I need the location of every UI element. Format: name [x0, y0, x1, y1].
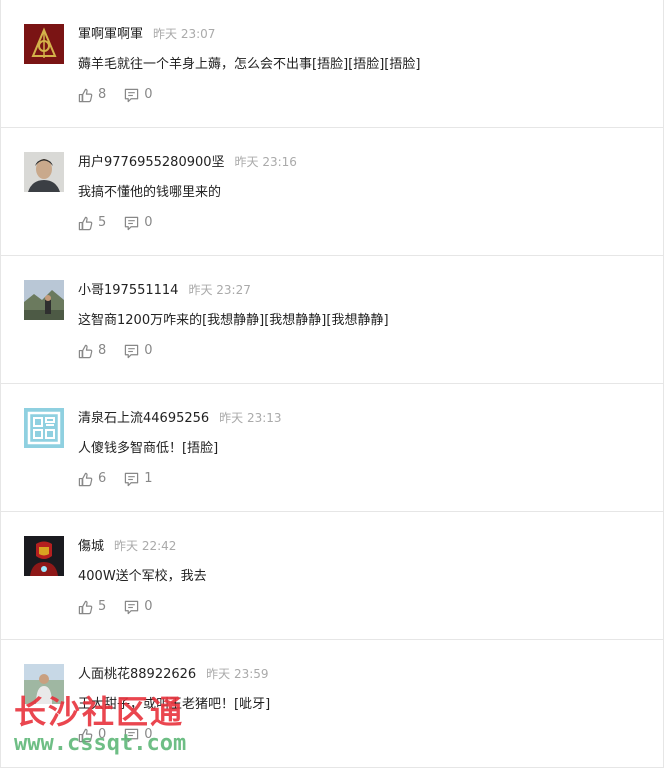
comment-actions: 5 0 — [78, 599, 153, 615]
reply-button[interactable]: 0 — [124, 599, 153, 615]
comment-actions: 8 0 — [78, 343, 153, 359]
comment-item: 用户9776955280900坚 昨天 23:16 我搞不懂他的钱哪里来的 5 0 — [1, 128, 663, 256]
avatar[interactable] — [24, 152, 64, 192]
reply-button[interactable]: 0 — [124, 343, 153, 359]
avatar[interactable] — [24, 536, 64, 576]
like-button[interactable]: 8 — [78, 343, 106, 359]
like-count: 8 — [98, 87, 107, 102]
comment-meta: 軍啊軍啊軍 昨天 23:07 — [78, 24, 215, 42]
username[interactable]: 人面桃花88922626 — [78, 667, 196, 682]
comment-icon — [125, 88, 139, 102]
comment-actions: 6 1 — [78, 471, 153, 487]
reply-button[interactable]: 0 — [124, 215, 153, 231]
thumbs-up-icon — [78, 88, 93, 102]
comment-item: 軍啊軍啊軍 昨天 23:07 薅羊毛就往一个羊身上薅，怎么会不出事[捂脸][捂脸]… — [1, 0, 663, 128]
like-count: 5 — [98, 599, 107, 614]
like-count: 6 — [98, 471, 107, 486]
avatar[interactable] — [24, 280, 64, 320]
landscape-avatar-icon — [24, 280, 64, 320]
timestamp: 昨天 22:42 — [114, 539, 177, 553]
reply-count: 0 — [144, 87, 153, 102]
username[interactable]: 傷城 — [78, 539, 104, 554]
username[interactable]: 清泉石上流44695256 — [78, 411, 209, 426]
comment-meta: 人面桃花88922626 昨天 23:59 — [78, 664, 269, 682]
like-button[interactable]: 5 — [78, 215, 106, 231]
comment-icon — [125, 216, 139, 230]
like-button[interactable]: 6 — [78, 471, 106, 487]
comment-icon — [125, 344, 139, 358]
emblem-avatar-icon — [24, 24, 64, 64]
comment-text: 这智商1200万咋来的[我想静静][我想静静][我想静静] — [78, 313, 389, 328]
timestamp: 昨天 23:07 — [153, 27, 216, 41]
comment-text: 薅羊毛就往一个羊身上薅，怎么会不出事[捂脸][捂脸][捂脸] — [78, 57, 421, 72]
comment-item: 清泉石上流44695256 昨天 23:13 人傻钱多智商低！[捂脸] 6 1 — [1, 384, 663, 512]
reply-button[interactable]: 1 — [124, 471, 153, 487]
comment-actions: 8 0 — [78, 87, 153, 103]
comment-text: 400W送个军校，我去 — [78, 569, 207, 584]
comment-meta: 用户9776955280900坚 昨天 23:16 — [78, 152, 297, 170]
avatar[interactable] — [24, 24, 64, 64]
watermark-url: www.cssqt.com — [14, 731, 187, 756]
timestamp: 昨天 23:16 — [234, 155, 297, 169]
like-count: 8 — [98, 343, 107, 358]
like-count: 5 — [98, 215, 107, 230]
timestamp: 昨天 23:27 — [188, 283, 251, 297]
comment-text: 人傻钱多智商低！[捂脸] — [78, 441, 219, 456]
thumbs-up-icon — [78, 600, 93, 614]
like-button[interactable]: 8 — [78, 87, 106, 103]
comment-meta: 傷城 昨天 22:42 — [78, 536, 176, 554]
comment-item: 傷城 昨天 22:42 400W送个军校，我去 5 0 — [1, 512, 663, 640]
comment-icon — [125, 600, 139, 614]
username[interactable]: 用户9776955280900坚 — [78, 155, 225, 170]
reply-count: 0 — [144, 215, 153, 230]
comment-item: 小哥197551114 昨天 23:27 这智商1200万咋来的[我想静静][我想… — [1, 256, 663, 384]
timestamp: 昨天 23:59 — [206, 667, 269, 681]
thumbs-up-icon — [78, 216, 93, 230]
reply-count: 1 — [144, 471, 153, 486]
site-watermark: 长沙社区通 www.cssqt.com — [14, 695, 186, 757]
comment-text: 我搞不懂他的钱哪里来的 — [78, 185, 222, 200]
comment-list: 軍啊軍啊軍 昨天 23:07 薅羊毛就往一个羊身上薅，怎么会不出事[捂脸][捂脸]… — [0, 0, 664, 768]
timestamp: 昨天 23:13 — [219, 411, 282, 425]
comment-meta: 清泉石上流44695256 昨天 23:13 — [78, 408, 282, 426]
reply-count: 0 — [144, 599, 153, 614]
username[interactable]: 小哥197551114 — [78, 283, 178, 298]
reply-count: 0 — [144, 343, 153, 358]
like-button[interactable]: 5 — [78, 599, 106, 615]
comment-meta: 小哥197551114 昨天 23:27 — [78, 280, 251, 298]
seal-avatar-icon — [24, 408, 64, 448]
watermark-title: 长沙社区通 — [14, 693, 185, 731]
thumbs-up-icon — [78, 344, 93, 358]
comment-actions: 5 0 — [78, 215, 153, 231]
comment-icon — [125, 472, 139, 486]
avatar[interactable] — [24, 408, 64, 448]
reply-button[interactable]: 0 — [124, 87, 153, 103]
thumbs-up-icon — [78, 472, 93, 486]
iron-man-avatar-icon — [24, 536, 64, 576]
username[interactable]: 軍啊軍啊軍 — [78, 27, 143, 42]
man-portrait-avatar-icon — [24, 152, 64, 192]
